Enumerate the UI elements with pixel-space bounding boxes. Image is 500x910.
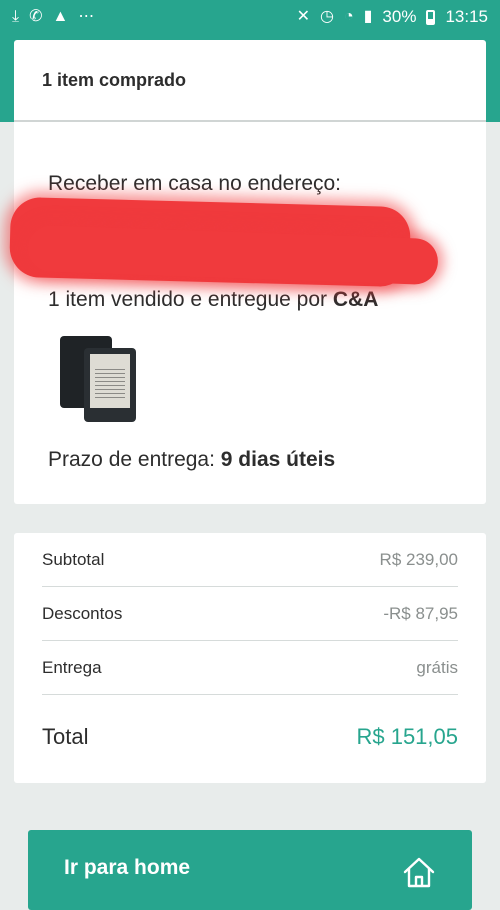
deadline-value: 9 dias úteis: [220, 448, 336, 471]
status-bar: ⤓ ✆ ▲ ⋯ ✕ ◷ ◔ ▮ 30% 13:15: [0, 0, 500, 34]
order-title: 1 item comprado: [42, 69, 187, 90]
subtotal-label: Subtotal: [42, 549, 105, 569]
deadline-prefix: Prazo de entrega:: [48, 448, 221, 471]
wifi-icon: ◔: [343, 8, 354, 25]
kindle-screen: [90, 354, 130, 408]
more-icon: ⋯: [78, 8, 95, 25]
go-home-label: Ir para home: [64, 856, 191, 879]
signal-icon: ▮: [363, 8, 373, 25]
battery-percent: 30%: [382, 7, 417, 26]
clock: 13:15: [445, 7, 488, 26]
total-value: R$ 151,05: [356, 724, 458, 749]
discount-label: Descontos: [42, 603, 123, 623]
mute-icon: ✕: [296, 8, 310, 25]
total-row: Total R$ 151,05: [42, 695, 458, 779]
delivery-label: Receber em casa no endereço:: [48, 172, 342, 195]
seller-line: 1 item vendido e entregue por C&A: [48, 288, 452, 312]
go-home-button[interactable]: Ir para home: [28, 830, 472, 910]
whatsapp-icon: ✆: [29, 8, 43, 25]
seller-name: C&A: [332, 288, 379, 311]
total-label: Total: [42, 724, 89, 749]
warning-icon: ▲: [52, 8, 69, 25]
order-header-card: 1 item comprado: [14, 40, 486, 122]
product-image[interactable]: [48, 336, 138, 426]
battery-icon: [426, 9, 436, 25]
download-icon: ⤓: [12, 8, 20, 25]
status-right: ✕ ◷ ◔ ▮ 30% 13:15: [297, 7, 488, 27]
discount-row: Descontos -R$ 87,95: [42, 587, 458, 641]
alarm-icon: ◷: [319, 8, 334, 25]
kindle-front-icon: [84, 348, 136, 422]
shipping-value: grátis: [416, 657, 458, 677]
delivery-card: Receber em casa no endereço: 1 item vend…: [9, 122, 486, 504]
subtotal-value: R$ 239,00: [379, 549, 458, 569]
subtotal-row: Subtotal R$ 239,00: [42, 533, 458, 587]
delivery-deadline: Prazo de entrega: 9 dias úteis: [48, 448, 452, 472]
discount-value: -R$ 87,95: [383, 603, 458, 623]
shipping-row: Entrega grátis: [42, 641, 458, 695]
shipping-label: Entrega: [42, 657, 102, 677]
address-block: [9, 196, 452, 288]
totals-card: Subtotal R$ 239,00 Descontos -R$ 87,95 E…: [14, 533, 486, 783]
status-left: ⤓ ✆ ▲ ⋯: [12, 9, 94, 25]
seller-prefix: 1 item vendido e entregue por: [48, 288, 333, 311]
home-icon: [402, 856, 436, 888]
